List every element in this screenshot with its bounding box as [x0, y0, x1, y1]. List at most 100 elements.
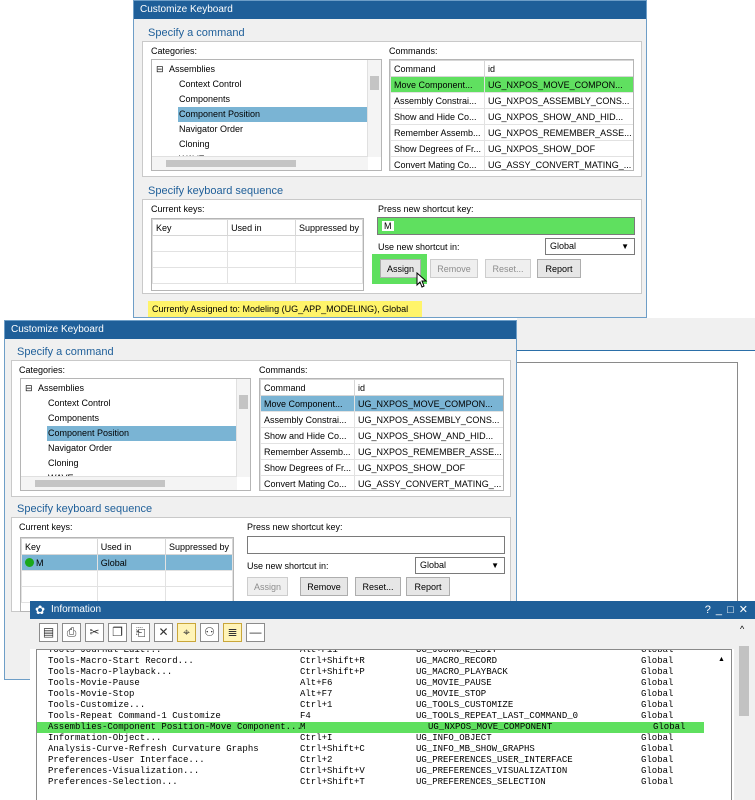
column-header-key[interactable]: Key [21, 538, 98, 555]
tree-item-context-control[interactable]: Context Control [152, 77, 367, 92]
menu-path-cell: Preferences-User Interface... [48, 755, 205, 765]
vertical-scrollbar[interactable] [236, 379, 250, 477]
tree-item-navigator-order[interactable]: Navigator Order [21, 441, 236, 456]
categories-tree[interactable]: ⊟ Assemblies Context Control Components … [151, 59, 382, 171]
crosshair-icon[interactable]: ⌖ [177, 623, 196, 642]
background-panel-frame [517, 362, 738, 603]
toolbar: ▤ ⎙ ✂ ❐ ⎗ ✕ ⌖ ⚇ ≣ — [30, 619, 755, 649]
table-row[interactable]: Remember Assemb... UG_NXPOS_REMEMBER_ASSE… [260, 443, 503, 460]
specify-sequence-heading: Specify keyboard sequence [17, 503, 153, 515]
tree-item-assemblies[interactable]: ⊟ Assemblies [21, 381, 236, 396]
collapse-icon[interactable]: ⊟ [25, 381, 33, 396]
menu-path-cell: Preferences-Visualization... [48, 766, 200, 776]
scroll-up-icon[interactable]: ▲ [718, 656, 725, 663]
scope-cell: Global [641, 777, 674, 787]
shortcut-input[interactable] [247, 536, 505, 554]
report-button[interactable]: Report [537, 259, 581, 278]
collapse-icon[interactable]: ⊟ [156, 62, 164, 77]
id-cell: UG_NXPOS_ASSEMBLY_CONS... [354, 411, 503, 428]
info-line: Tools-Macro-Playback... Ctrl+Shift+P UG_MA… [37, 667, 731, 678]
delete-icon[interactable]: ✕ [154, 623, 173, 642]
id-cell: UG_NXPOS_REMEMBER_ASSE... [354, 443, 503, 460]
use-in-value: Global [550, 241, 577, 251]
column-header-key[interactable]: Key [152, 219, 229, 236]
scope-cell: Global [641, 649, 674, 655]
scope-cell: Global [641, 700, 674, 710]
tree-item-label: Context Control [48, 398, 111, 408]
report-button[interactable]: Report [406, 577, 450, 596]
table-row[interactable]: Show Degrees of Fr... UG_NXPOS_SHOW_DOF [390, 140, 633, 157]
specify-command-heading: Specify a command [17, 346, 114, 358]
table-row[interactable]: Remember Assemb... UG_NXPOS_REMEMBER_ASSE… [390, 124, 633, 141]
shortcut-cell: Ctrl+Shift+T [300, 777, 365, 787]
table-row[interactable]: Show Degrees of Fr... UG_NXPOS_SHOW_DOF [260, 459, 503, 476]
window-title: Information [51, 604, 102, 615]
tree-item-assemblies[interactable]: ⊟ Assemblies [152, 62, 367, 77]
tree-item-context-control[interactable]: Context Control [21, 396, 236, 411]
suppressed-by-cell [164, 554, 233, 571]
find-icon[interactable]: ⚇ [200, 623, 219, 642]
column-header-used-in[interactable]: Used in [96, 538, 166, 555]
assign-button[interactable]: Assign [247, 577, 288, 596]
column-header-used-in[interactable]: Used in [227, 219, 296, 236]
id-cell: UG_NXPOS_MOVE_COMPON... [354, 395, 503, 412]
vertical-scrollbar[interactable] [367, 60, 381, 157]
window-controls[interactable]: ? _ □ ✕ [705, 601, 749, 619]
scrollbar-thumb[interactable] [739, 646, 749, 716]
print-icon[interactable]: ⎙ [62, 623, 81, 642]
commands-table[interactable]: Command id Move Component... UG_NXPOS_MOVE… [389, 59, 634, 171]
assign-button[interactable]: Assign [380, 259, 421, 278]
table-row[interactable]: M Global [21, 554, 233, 571]
horizontal-scrollbar[interactable] [152, 156, 368, 170]
tree-item-component-position[interactable]: Component Position [152, 107, 367, 122]
table-row[interactable]: Assembly Constrai... UG_NXPOS_ASSEMBLY_CO… [390, 92, 633, 109]
scope-cell: Global [641, 689, 674, 699]
cut-icon[interactable]: ✂ [85, 623, 104, 642]
tree-item-component-position[interactable]: Component Position [21, 426, 236, 441]
vertical-scrollbar[interactable]: ^ [734, 623, 755, 800]
tree-item-cloning[interactable]: Cloning [152, 137, 367, 152]
use-in-dropdown[interactable]: Global ▼ [545, 238, 635, 255]
table-row[interactable]: Assembly Constrai... UG_NXPOS_ASSEMBLY_CO… [260, 411, 503, 428]
tree-item-label: Component Position [47, 426, 236, 441]
categories-tree[interactable]: ⊟ Assemblies Context Control Components … [20, 378, 251, 491]
remove-button[interactable]: Remove [300, 577, 348, 596]
use-in-dropdown[interactable]: Global ▼ [415, 557, 505, 574]
tree-item-components[interactable]: Components [152, 92, 367, 107]
command-id-cell: UG_MACRO_PLAYBACK [416, 667, 508, 677]
id-cell: UG_ASSY_CONVERT_MATING_... [484, 156, 633, 170]
table-row[interactable]: Convert Mating Co... UG_ASSY_CONVERT_MATI… [390, 156, 633, 170]
wrap-icon[interactable]: ≣ [223, 623, 242, 642]
tree-item-cloning[interactable]: Cloning [21, 456, 236, 471]
table-row[interactable]: Convert Mating Co... UG_ASSY_CONVERT_MATI… [260, 475, 503, 490]
shortcut-cell: Alt+F6 [300, 678, 333, 688]
table-row[interactable]: Show and Hide Co... UG_NXPOS_SHOW_AND_HID… [390, 108, 633, 125]
column-header-command[interactable]: Command [260, 379, 356, 396]
current-keys-table[interactable]: Key Used in Suppressed by [151, 218, 364, 291]
command-cell: Assembly Constrai... [260, 411, 356, 428]
table-row[interactable]: Move Component... UG_NXPOS_MOVE_COMPON... [390, 76, 633, 93]
tree-item-navigator-order[interactable]: Navigator Order [152, 122, 367, 137]
column-header-command[interactable]: Command [390, 60, 486, 77]
save-icon[interactable]: ▤ [39, 623, 58, 642]
reset-button[interactable]: Reset... [485, 259, 531, 278]
tree-item-components[interactable]: Components [21, 411, 236, 426]
scroll-up-arrow-icon[interactable]: ^ [740, 624, 744, 634]
copy-icon[interactable]: ❐ [108, 623, 127, 642]
menu-path-cell: Tools-Macro-Playback... [48, 667, 173, 677]
id-cell: UG_NXPOS_MOVE_COMPON... [484, 76, 633, 93]
column-header-suppressed-by[interactable]: Suppressed by [294, 219, 363, 236]
column-header-id[interactable]: id [354, 379, 503, 396]
column-header-id[interactable]: id [484, 60, 633, 77]
shortcut-input[interactable]: M [377, 217, 635, 235]
minus-icon[interactable]: — [246, 623, 265, 642]
remove-button[interactable]: Remove [430, 259, 478, 278]
commands-table[interactable]: Command id Move Component... UG_NXPOS_MOVE… [259, 378, 504, 491]
column-header-suppressed-by[interactable]: Suppressed by [164, 538, 233, 555]
paste-icon[interactable]: ⎗ [131, 623, 150, 642]
reset-button[interactable]: Reset... [355, 577, 401, 596]
horizontal-scrollbar[interactable] [21, 476, 237, 490]
table-row[interactable]: Move Component... UG_NXPOS_MOVE_COMPON... [260, 395, 503, 412]
table-row[interactable]: Show and Hide Co... UG_NXPOS_SHOW_AND_HID… [260, 427, 503, 444]
information-text-area[interactable]: Tools-Journal-Edit... Alt+F11 UG_JOURNAL_E… [36, 649, 732, 800]
